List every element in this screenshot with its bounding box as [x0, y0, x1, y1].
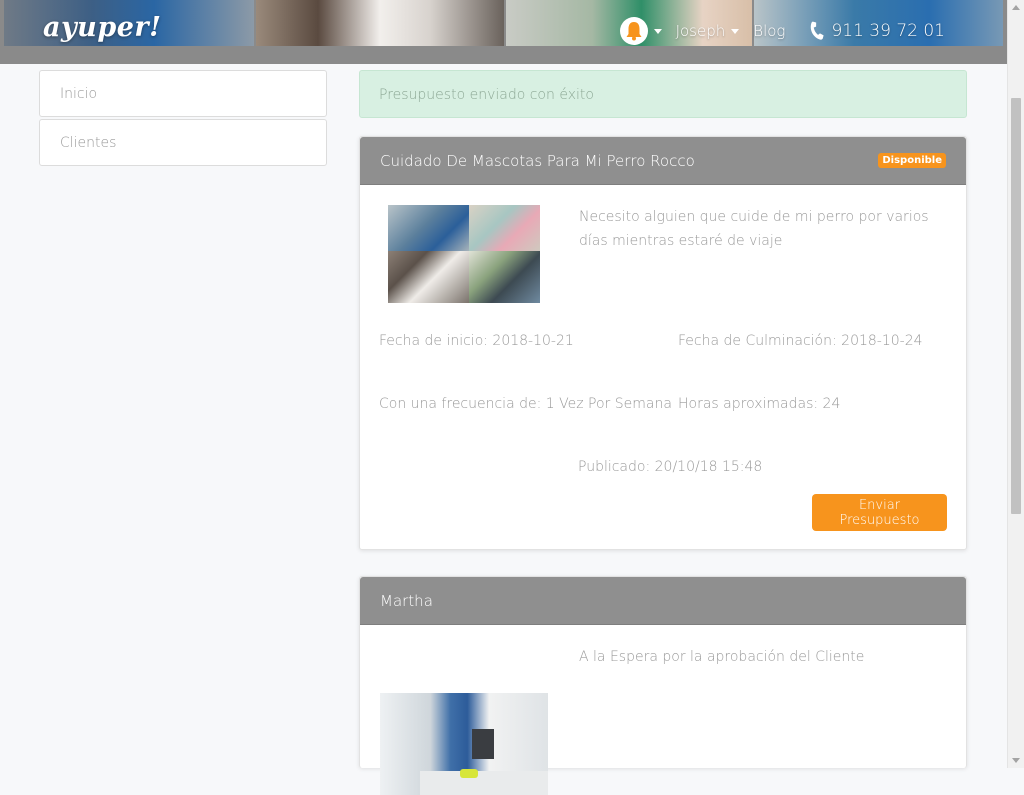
job-end-date: Fecha de Culminación: 2018-10-24	[678, 333, 923, 349]
sidebar-item-inicio[interactable]: Inicio	[39, 70, 327, 117]
banner-photo-2	[256, 0, 504, 46]
scrollbar-thumb[interactable]	[1011, 98, 1021, 514]
top-header: ayuper! Joseph Blog 911 39 72 01	[0, 0, 1007, 64]
worker-card-header: Martha	[360, 577, 966, 625]
status-badge: Disponible	[878, 153, 946, 168]
alert-message: Presupuesto enviado con éxito	[379, 87, 594, 103]
blog-link[interactable]: Blog	[753, 22, 785, 40]
user-menu-dropdown[interactable]: Joseph	[676, 22, 740, 40]
job-published: Publicado: 20/10/18 15:48	[578, 459, 763, 475]
phone-link[interactable]: 911 39 72 01	[807, 21, 945, 41]
job-hours: Horas aproximadas: 24	[678, 396, 841, 412]
job-description: Necesito alguien que cuide de mi perro p…	[579, 209, 929, 249]
site-logo[interactable]: ayuper!	[43, 12, 161, 43]
chevron-down-icon	[731, 28, 740, 34]
user-name: Joseph	[675, 22, 726, 40]
chevron-down-icon	[653, 28, 662, 34]
notifications-dropdown[interactable]	[619, 17, 662, 45]
phone-number: 911 39 72 01	[831, 21, 945, 41]
worker-status-text: A la Espera por la aprobación del Client…	[579, 649, 865, 665]
phone-icon	[811, 21, 825, 40]
page-scrollbar[interactable]	[1007, 0, 1024, 768]
job-card: Cuidado De Mascotas Para Mi Perro Rocco …	[359, 136, 967, 550]
top-nav: Joseph Blog 911 39 72 01	[619, 17, 945, 45]
worker-card: Martha A la Espera por la aprobación del…	[359, 576, 967, 795]
job-start-date: Fecha de inicio: 2018-10-21	[379, 333, 574, 349]
scroll-down-icon[interactable]	[1012, 758, 1020, 763]
worker-name: Martha	[380, 591, 433, 610]
bell-icon	[619, 17, 648, 45]
job-image	[388, 205, 540, 303]
sidebar-item-label: Clientes	[60, 135, 117, 151]
worker-photo	[380, 693, 548, 795]
job-frequency: Con una frecuencia de: 1 Vez Por Semana	[379, 396, 672, 412]
sidebar-item-label: Inicio	[60, 86, 98, 102]
scroll-up-icon[interactable]	[1012, 5, 1020, 10]
job-title: Cuidado De Mascotas Para Mi Perro Rocco	[380, 151, 695, 170]
job-card-header: Cuidado De Mascotas Para Mi Perro Rocco …	[360, 137, 966, 185]
sidebar-item-clientes[interactable]: Clientes	[39, 119, 327, 166]
send-quote-button[interactable]: Enviar Presupuesto	[812, 494, 947, 531]
success-alert: Presupuesto enviado con éxito	[359, 70, 967, 118]
